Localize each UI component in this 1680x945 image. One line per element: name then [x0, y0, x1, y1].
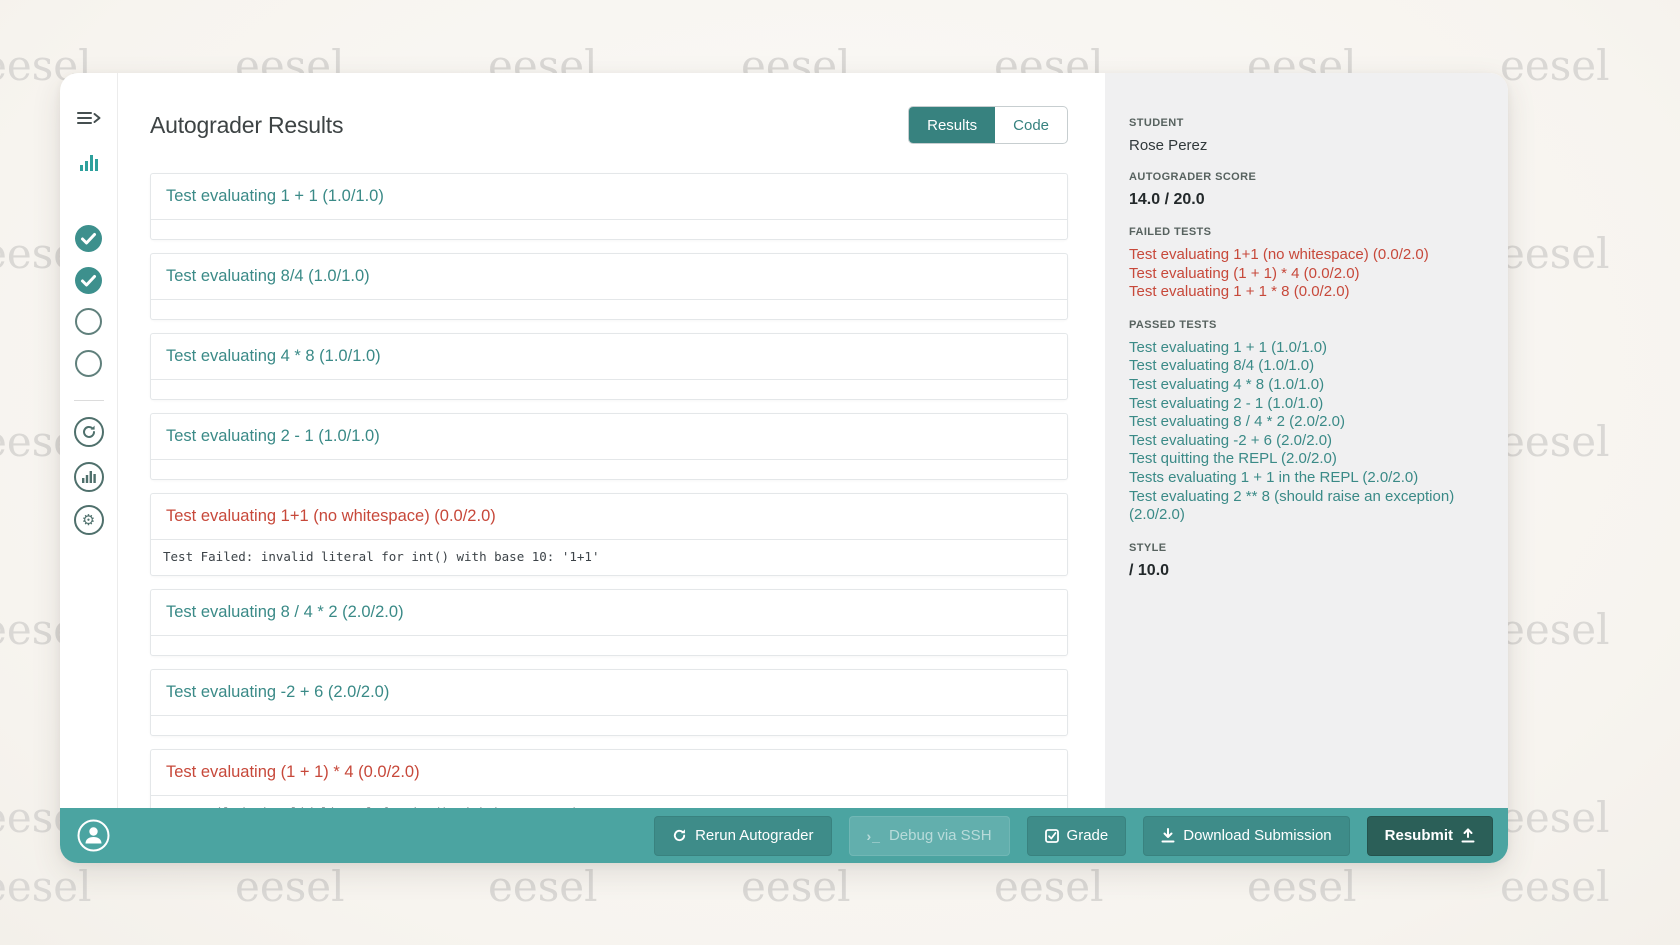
menu-expand-icon[interactable] [77, 109, 101, 127]
passed-test-item: Test evaluating 2 ** 8 (should raise an … [1129, 488, 1484, 525]
failed-tests-label: FAILED TESTS [1129, 226, 1484, 238]
watermark-text: eesel [741, 866, 851, 908]
left-icon-rail: ⚙ [60, 73, 118, 808]
failed-test-item: Test evaluating 1+1 (no whitespace) (0.0… [1129, 246, 1484, 265]
test-name[interactable]: Test evaluating (1 + 1) * 4 (0.0/2.0) [151, 750, 1067, 795]
watermark-text: eesel [1500, 45, 1610, 87]
debug-via-ssh-button[interactable]: ›_ Debug via SSH [849, 816, 1010, 856]
stats-circle-icon[interactable] [74, 462, 104, 492]
view-toggle: Results Code [908, 106, 1068, 144]
terminal-icon: ›_ [867, 828, 881, 844]
style-label: STYLE [1129, 542, 1484, 554]
step-complete-check-icon[interactable] [75, 225, 102, 252]
tab-results[interactable]: Results [909, 107, 995, 143]
passed-test-item: Test evaluating 2 - 1 (1.0/1.0) [1129, 395, 1484, 414]
test-card[interactable]: Test evaluating -2 + 6 (2.0/2.0) [150, 669, 1068, 736]
style-score-value: / 10.0 [1129, 562, 1484, 580]
watermark-text: eesel [1500, 866, 1610, 908]
test-card[interactable]: Test evaluating 1+1 (no whitespace) (0.0… [150, 493, 1068, 576]
watermark-text: eesel [0, 866, 92, 908]
upload-icon [1461, 828, 1475, 843]
results-panel: Autograder Results Results Code Test eva… [118, 73, 1105, 808]
test-name[interactable]: Test evaluating 2 - 1 (1.0/1.0) [151, 414, 1067, 459]
submission-summary-sidebar: STUDENT Rose Perez AUTOGRADER SCORE 14.0… [1105, 73, 1508, 808]
rerun-icon[interactable] [74, 417, 104, 447]
watermark-text: eesel [994, 866, 1104, 908]
test-name[interactable]: Test evaluating 8/4 (1.0/1.0) [151, 254, 1067, 299]
footer-action-bar: Rerun Autograder ›_ Debug via SSH Grade [60, 808, 1508, 863]
test-name[interactable]: Test evaluating -2 + 6 (2.0/2.0) [151, 670, 1067, 715]
settings-gear-icon[interactable]: ⚙ [74, 505, 104, 535]
test-name[interactable]: Test evaluating 8 / 4 * 2 (2.0/2.0) [151, 590, 1067, 635]
test-card[interactable]: Test evaluating (1 + 1) * 4 (0.0/2.0) Te… [150, 749, 1068, 808]
test-results-list: Test evaluating 1 + 1 (1.0/1.0) Test eva… [150, 173, 1068, 808]
test-error-text: Test Failed: invalid literal for int() w… [151, 540, 1067, 575]
test-output [151, 299, 1067, 319]
test-output: Test Failed: invalid literal for int() w… [151, 795, 1067, 808]
analytics-chart-icon[interactable] [80, 155, 98, 171]
test-output [151, 635, 1067, 655]
test-error-text: Test Failed: invalid literal for int() w… [151, 796, 1067, 808]
watermark-text: eesel [1500, 421, 1610, 463]
passed-tests-label: PASSED TESTS [1129, 319, 1484, 331]
grade-checkbox-icon [1045, 829, 1059, 843]
autograder-score-value: 14.0 / 20.0 [1129, 191, 1484, 209]
test-card[interactable]: Test evaluating 2 - 1 (1.0/1.0) [150, 413, 1068, 480]
test-card[interactable]: Test evaluating 8 / 4 * 2 (2.0/2.0) [150, 589, 1068, 656]
test-card[interactable]: Test evaluating 8/4 (1.0/1.0) [150, 253, 1068, 320]
test-output: Test Failed: invalid literal for int() w… [151, 539, 1067, 575]
passed-tests-list: Test evaluating 1 + 1 (1.0/1.0)Test eval… [1129, 339, 1484, 525]
watermark-text: eesel [1500, 609, 1610, 651]
student-label: STUDENT [1129, 117, 1484, 129]
passed-test-item: Test evaluating 8 / 4 * 2 (2.0/2.0) [1129, 413, 1484, 432]
passed-test-item: Tests evaluating 1 + 1 in the REPL (2.0/… [1129, 469, 1484, 488]
test-name[interactable]: Test evaluating 1+1 (no whitespace) (0.0… [151, 494, 1067, 539]
user-avatar-icon[interactable] [77, 819, 110, 852]
autograder-score-label: AUTOGRADER SCORE [1129, 171, 1484, 183]
failed-test-item: Test evaluating (1 + 1) * 4 (0.0/2.0) [1129, 265, 1484, 284]
test-output [151, 219, 1067, 239]
watermark-text: eesel [1247, 866, 1357, 908]
resubmit-button[interactable]: Resubmit [1367, 816, 1493, 856]
test-card[interactable]: Test evaluating 1 + 1 (1.0/1.0) [150, 173, 1068, 240]
failed-test-item: Test evaluating 1 + 1 * 8 (0.0/2.0) [1129, 283, 1484, 302]
tab-code[interactable]: Code [995, 107, 1067, 143]
test-name[interactable]: Test evaluating 4 * 8 (1.0/1.0) [151, 334, 1067, 379]
rail-divider [74, 400, 104, 401]
page-title: Autograder Results [150, 112, 343, 139]
watermark-text: eesel [488, 866, 598, 908]
rerun-autograder-button[interactable]: Rerun Autograder [654, 816, 831, 856]
test-output [151, 715, 1067, 735]
test-card[interactable]: Test evaluating 4 * 8 (1.0/1.0) [150, 333, 1068, 400]
passed-test-item: Test quitting the REPL (2.0/2.0) [1129, 450, 1484, 469]
failed-tests-list: Test evaluating 1+1 (no whitespace) (0.0… [1129, 246, 1484, 302]
test-output [151, 379, 1067, 399]
passed-test-item: Test evaluating 8/4 (1.0/1.0) [1129, 357, 1484, 376]
watermark-text: eesel [1500, 797, 1610, 839]
watermark-text: eesel [235, 866, 345, 908]
grade-button[interactable]: Grade [1027, 816, 1127, 856]
test-output [151, 459, 1067, 479]
passed-test-item: Test evaluating 1 + 1 (1.0/1.0) [1129, 339, 1484, 358]
watermark-text: eesel [1500, 233, 1610, 275]
download-submission-button[interactable]: Download Submission [1143, 816, 1349, 856]
step-pending-circle-icon[interactable] [75, 308, 102, 335]
rerun-icon [672, 828, 687, 843]
student-name: Rose Perez [1129, 137, 1484, 154]
test-name[interactable]: Test evaluating 1 + 1 (1.0/1.0) [151, 174, 1067, 219]
passed-test-item: Test evaluating 4 * 8 (1.0/1.0) [1129, 376, 1484, 395]
download-icon [1161, 828, 1175, 843]
passed-test-item: Test evaluating -2 + 6 (2.0/2.0) [1129, 432, 1484, 451]
app-window: ⚙ Autograder Results Results Code Test e… [60, 73, 1508, 863]
step-pending-circle-icon[interactable] [75, 350, 102, 377]
step-complete-check-icon[interactable] [75, 267, 102, 294]
